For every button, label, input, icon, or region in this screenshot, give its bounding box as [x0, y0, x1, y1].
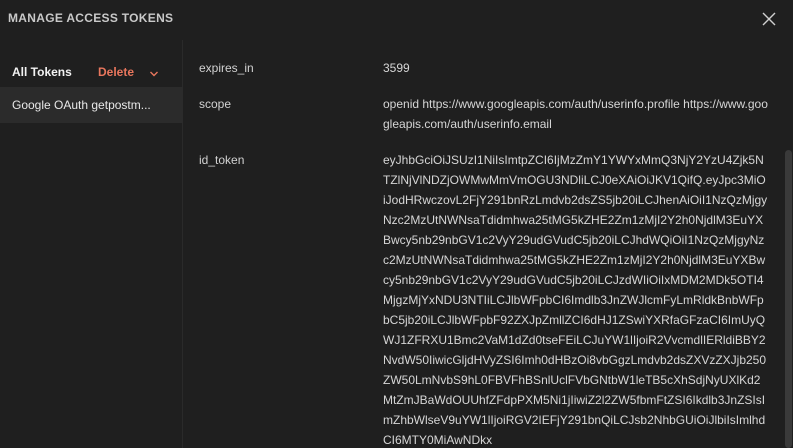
detail-value: openid https://www.googleapis.com/auth/u… — [383, 97, 768, 131]
detail-value: 3599 — [383, 61, 410, 75]
detail-row-scope: scope openid https://www.googleapis.com/… — [183, 94, 783, 134]
detail-key: id_token — [199, 153, 245, 167]
detail-key: scope — [199, 97, 232, 111]
all-tokens-label: All Tokens — [12, 65, 72, 79]
chevron-down-icon[interactable] — [149, 66, 159, 77]
sidebar-header: All Tokens Delete — [0, 40, 183, 85]
detail-row-id-token: id_token eyJhbGciOiJSUzI1NiIsImtpZCI6IjM… — [183, 150, 783, 448]
manage-access-tokens-modal: MANAGE ACCESS TOKENS All Tokens Delete G… — [0, 0, 793, 448]
token-list-item-label: Google OAuth getpostm... — [12, 98, 151, 112]
tokens-sidebar: All Tokens Delete Google OAuth getpostm.… — [0, 40, 183, 448]
scrollbar-thumb[interactable] — [785, 150, 792, 448]
delete-button[interactable]: Delete — [98, 65, 134, 79]
close-icon[interactable] — [760, 10, 778, 28]
content-scrollbar[interactable] — [783, 40, 793, 448]
modal-title: MANAGE ACCESS TOKENS — [8, 11, 174, 25]
detail-value: eyJhbGciOiJSUzI1NiIsImtpZCI6IjMzZmY1YWYx… — [383, 153, 768, 447]
detail-key: expires_in — [199, 61, 254, 75]
detail-row-expires-in: expires_in 3599 — [183, 58, 783, 78]
token-list-item[interactable]: Google OAuth getpostm... — [0, 87, 183, 123]
token-details: expires_in 3599 scope openid https://www… — [183, 40, 783, 448]
modal-header: MANAGE ACCESS TOKENS — [0, 0, 793, 40]
